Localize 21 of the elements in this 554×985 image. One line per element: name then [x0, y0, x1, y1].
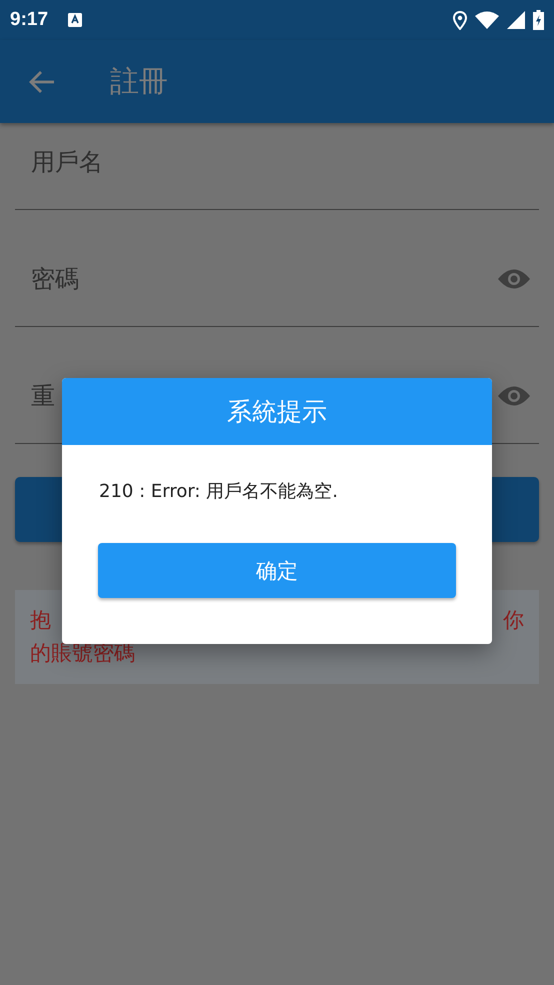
field-label: 密碼: [31, 264, 79, 295]
back-arrow-icon[interactable]: [29, 70, 55, 94]
battery-icon: [533, 10, 544, 30]
field-label: 重: [31, 381, 55, 412]
eye-icon[interactable]: [497, 385, 531, 407]
notice-text: 的賬號密碼: [30, 640, 136, 667]
signal-icon: [507, 11, 525, 29]
screen-title: 註冊: [110, 62, 168, 100]
field-label: 用戶名: [31, 147, 103, 178]
input-field[interactable]: 密碼: [15, 210, 539, 327]
notice-text: 抱: [30, 607, 51, 634]
notice-text: 你: [503, 607, 524, 634]
input-field[interactable]: 用戶名: [15, 123, 539, 210]
dialog-message: 210 : Error: 用戶名不能為空.: [98, 480, 339, 504]
eye-icon[interactable]: [497, 268, 531, 290]
status-time: 9:17: [10, 9, 48, 31]
dialog-title: 系統提示: [62, 378, 492, 445]
location-icon: [453, 10, 467, 30]
wifi-icon: [475, 11, 499, 29]
confirm-button[interactable]: 确定: [98, 543, 456, 598]
keyboard-icon: [68, 13, 82, 27]
